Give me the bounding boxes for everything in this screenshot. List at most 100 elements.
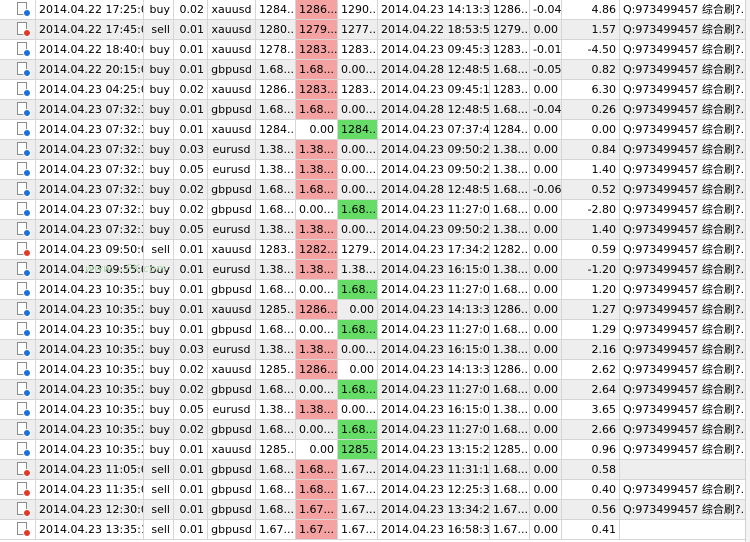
order-direction-dot-icon: [23, 349, 31, 357]
commission-cell: 0.00: [530, 460, 562, 479]
take-profit-cell: 0.00...: [338, 140, 378, 159]
commission-cell: 0.00: [530, 140, 562, 159]
table-row[interactable]: 2014.04.23 10:35:25 buy 0.01 xauusd 1285... 0…: [0, 440, 750, 460]
table-row[interactable]: 2014.04.23 10:35:23 buy 0.05 eurusd 1.38... 1…: [0, 400, 750, 420]
symbol-cell: eurusd: [208, 140, 256, 159]
symbol-cell: eurusd: [208, 220, 256, 239]
stop-loss-cell: 1.38...: [296, 260, 338, 279]
type-cell: sell: [144, 480, 174, 499]
comment-cell: Q:973499457 综合刷?.: [620, 420, 746, 439]
table-row[interactable]: 2014.04.23 11:05:03 sell 0.01 gbpusd 1.68...…: [0, 460, 750, 480]
commission-cell: 0.00: [530, 160, 562, 179]
stop-loss-cell: 0.00...: [296, 420, 338, 439]
lots-cell: 0.01: [174, 40, 208, 59]
type-cell: sell: [144, 500, 174, 519]
swap-cell: -1.20: [562, 260, 620, 279]
swap-cell: 1.27: [562, 300, 620, 319]
table-row[interactable]: 2014.04.23 10:35:25 buy 0.02 gbpusd 1.68... 0…: [0, 420, 750, 440]
table-row[interactable]: 2014.04.23 10:35:21 buy 0.01 gbpusd 1.68... 0…: [0, 320, 750, 340]
comment-cell: Q:973499457 综合刷?.: [620, 180, 746, 199]
type-cell: buy: [144, 100, 174, 119]
table-row[interactable]: 2014.04.23 12:30:02 sell 0.01 gbpusd 1.68...…: [0, 500, 750, 520]
comment-cell: Q:973499457 综合刷?.: [620, 380, 746, 399]
comment-cell: Q:973499457 综合刷?.: [620, 500, 746, 519]
table-row[interactable]: 2014.04.23 10:35:21 buy 0.01 xauusd 1285... 1…: [0, 300, 750, 320]
table-row[interactable]: 2014.04.22 17:45:03 sell 0.01 xauusd 1280...…: [0, 20, 750, 40]
close-price-cell: 1285...: [490, 440, 530, 459]
table-row[interactable]: 2014.04.22 18:40:03 buy 0.01 xauusd 1278... 1…: [0, 40, 750, 60]
commission-cell: 0.00: [530, 280, 562, 299]
close-time-cell: 2014.04.23 11:31:12: [378, 460, 490, 479]
open-price-cell: 1.38...: [256, 220, 296, 239]
open-price-cell: 1.68...: [256, 320, 296, 339]
table-row[interactable]: 2014.04.23 10:35:20 buy 0.01 gbpusd 1.68... 0…: [0, 280, 750, 300]
buy-order-icon: [17, 62, 31, 77]
comment-cell: Q:973499457 综合刷?.: [620, 80, 746, 99]
order-direction-dot-icon: [23, 249, 31, 257]
table-row[interactable]: 2014.04.23 10:35:23 buy 0.02 xauusd 1285... 1…: [0, 360, 750, 380]
type-cell: buy: [144, 0, 174, 19]
icon-cell: [0, 440, 36, 459]
swap-cell: 2.64: [562, 380, 620, 399]
table-row[interactable]: 2014.04.23 10:35:23 buy 0.02 gbpusd 1.68... 0…: [0, 380, 750, 400]
type-cell: buy: [144, 420, 174, 439]
lots-cell: 0.01: [174, 320, 208, 339]
table-row[interactable]: 2014.04.23 13:35:13 sell 0.01 gbpusd 1.67...…: [0, 520, 750, 540]
symbol-cell: gbpusd: [208, 480, 256, 499]
table-row[interactable]: 2014.04.23 10:35:21 buy 0.03 eurusd 1.38... 1…: [0, 340, 750, 360]
buy-order-icon: [17, 2, 31, 17]
table-row[interactable]: 2014.04.22 17:25:05 buy 0.02 xauusd 1284... 1…: [0, 0, 750, 20]
table-row[interactable]: 2014.04.23 07:32:30 buy 0.01 gbpusd 1.68... 1…: [0, 100, 750, 120]
icon-cell: [0, 340, 36, 359]
type-cell: buy: [144, 40, 174, 59]
symbol-cell: gbpusd: [208, 180, 256, 199]
close-time-cell: 2014.04.23 13:15:25: [378, 440, 490, 459]
commission-cell: 0.00: [530, 440, 562, 459]
close-price-cell: 1.68...: [490, 60, 530, 79]
buy-order-icon: [17, 322, 31, 337]
table-row[interactable]: 2014.04.23 04:25:05 buy 0.02 xauusd 1286... 1…: [0, 80, 750, 100]
table-row[interactable]: 2014.04.23 07:32:35 buy 0.05 eurusd 1.38... 1…: [0, 220, 750, 240]
open-time-cell: 2014.04.23 10:35:23: [36, 360, 144, 379]
open-price-cell: 1.68...: [256, 420, 296, 439]
table-row[interactable]: 2014.04.23 07:32:30 buy 0.01 xauusd 1284... 0…: [0, 120, 750, 140]
take-profit-cell: 0.00...: [338, 180, 378, 199]
type-cell: buy: [144, 320, 174, 339]
lots-cell: 0.02: [174, 380, 208, 399]
stop-loss-cell: 0.00...: [296, 380, 338, 399]
icon-cell: [0, 0, 36, 19]
open-price-cell: 1.38...: [256, 140, 296, 159]
lots-cell: 0.01: [174, 480, 208, 499]
order-direction-dot-icon: [23, 369, 31, 377]
commission-cell: 0.00: [530, 520, 562, 539]
table-row[interactable]: 2014.04.23 07:32:34 buy 0.02 gbpusd 1.68... 0…: [0, 200, 750, 220]
table-row[interactable]: 2014.04.23 07:32:33 buy 0.02 gbpusd 1.68... 1…: [0, 180, 750, 200]
table-row[interactable]: 2014.04.23 09:50:02 sell 0.01 xauusd 1283...…: [0, 240, 750, 260]
table-row[interactable]: 2014.04.23 11:35:02 sell 0.01 gbpusd 1.68...…: [0, 480, 750, 500]
table-row[interactable]: 2014.04.22 20:15:03 buy 0.01 gbpusd 1.68... 1…: [0, 60, 750, 80]
take-profit-cell: 0.00...: [338, 220, 378, 239]
stop-loss-cell: 1279...: [296, 20, 338, 39]
table-row[interactable]: 2014.04.23 07:32:33 buy 0.05 eurusd 1.38... 1…: [0, 160, 750, 180]
take-profit-cell: 1279...: [338, 240, 378, 259]
icon-cell: [0, 260, 36, 279]
symbol-cell: xauusd: [208, 0, 256, 19]
close-time-cell: 2014.04.23 11:27:01: [378, 420, 490, 439]
sell-order-icon: [17, 522, 31, 537]
swap-cell: -2.80: [562, 200, 620, 219]
close-time-cell: 2014.04.23 11:27:01: [378, 280, 490, 299]
lots-cell: 0.01: [174, 280, 208, 299]
stop-loss-cell: 1283...: [296, 80, 338, 99]
order-direction-dot-icon: [23, 169, 31, 177]
grid-right-edge: [745, 0, 750, 542]
order-direction-dot-icon: [23, 429, 31, 437]
symbol-cell: gbpusd: [208, 420, 256, 439]
icon-cell: [0, 200, 36, 219]
table-row[interactable]: 2014.04.23 07:32:31 buy 0.03 eurusd 1.38... 1…: [0, 140, 750, 160]
icon-cell: [0, 240, 36, 259]
lots-cell: 0.01: [174, 520, 208, 539]
order-direction-dot-icon: [23, 29, 31, 37]
comment-cell: Q:973499457 综合刷?.: [620, 360, 746, 379]
symbol-cell: gbpusd: [208, 320, 256, 339]
open-time-cell: 2014.04.23 07:32:31: [36, 140, 144, 159]
